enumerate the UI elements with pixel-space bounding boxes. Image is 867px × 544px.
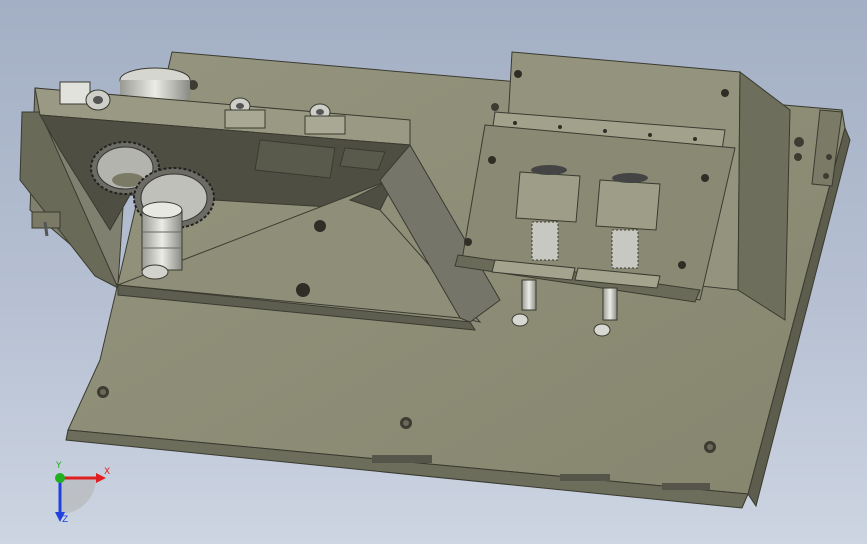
- triad-graphic: [55, 473, 106, 522]
- cad-assembly-model[interactable]: [0, 0, 867, 544]
- y-axis-label: Y: [56, 461, 62, 471]
- y-axis-dot: [55, 473, 65, 483]
- view-orientation-triad: X Y Z: [44, 462, 124, 532]
- x-axis-label: X: [104, 467, 111, 477]
- shaft-coupling[interactable]: [141, 201, 183, 280]
- round-cylinder[interactable]: [119, 67, 191, 100]
- 3d-viewport[interactable]: X Y Z: [0, 0, 867, 544]
- z-axis-label: Z: [62, 515, 69, 525]
